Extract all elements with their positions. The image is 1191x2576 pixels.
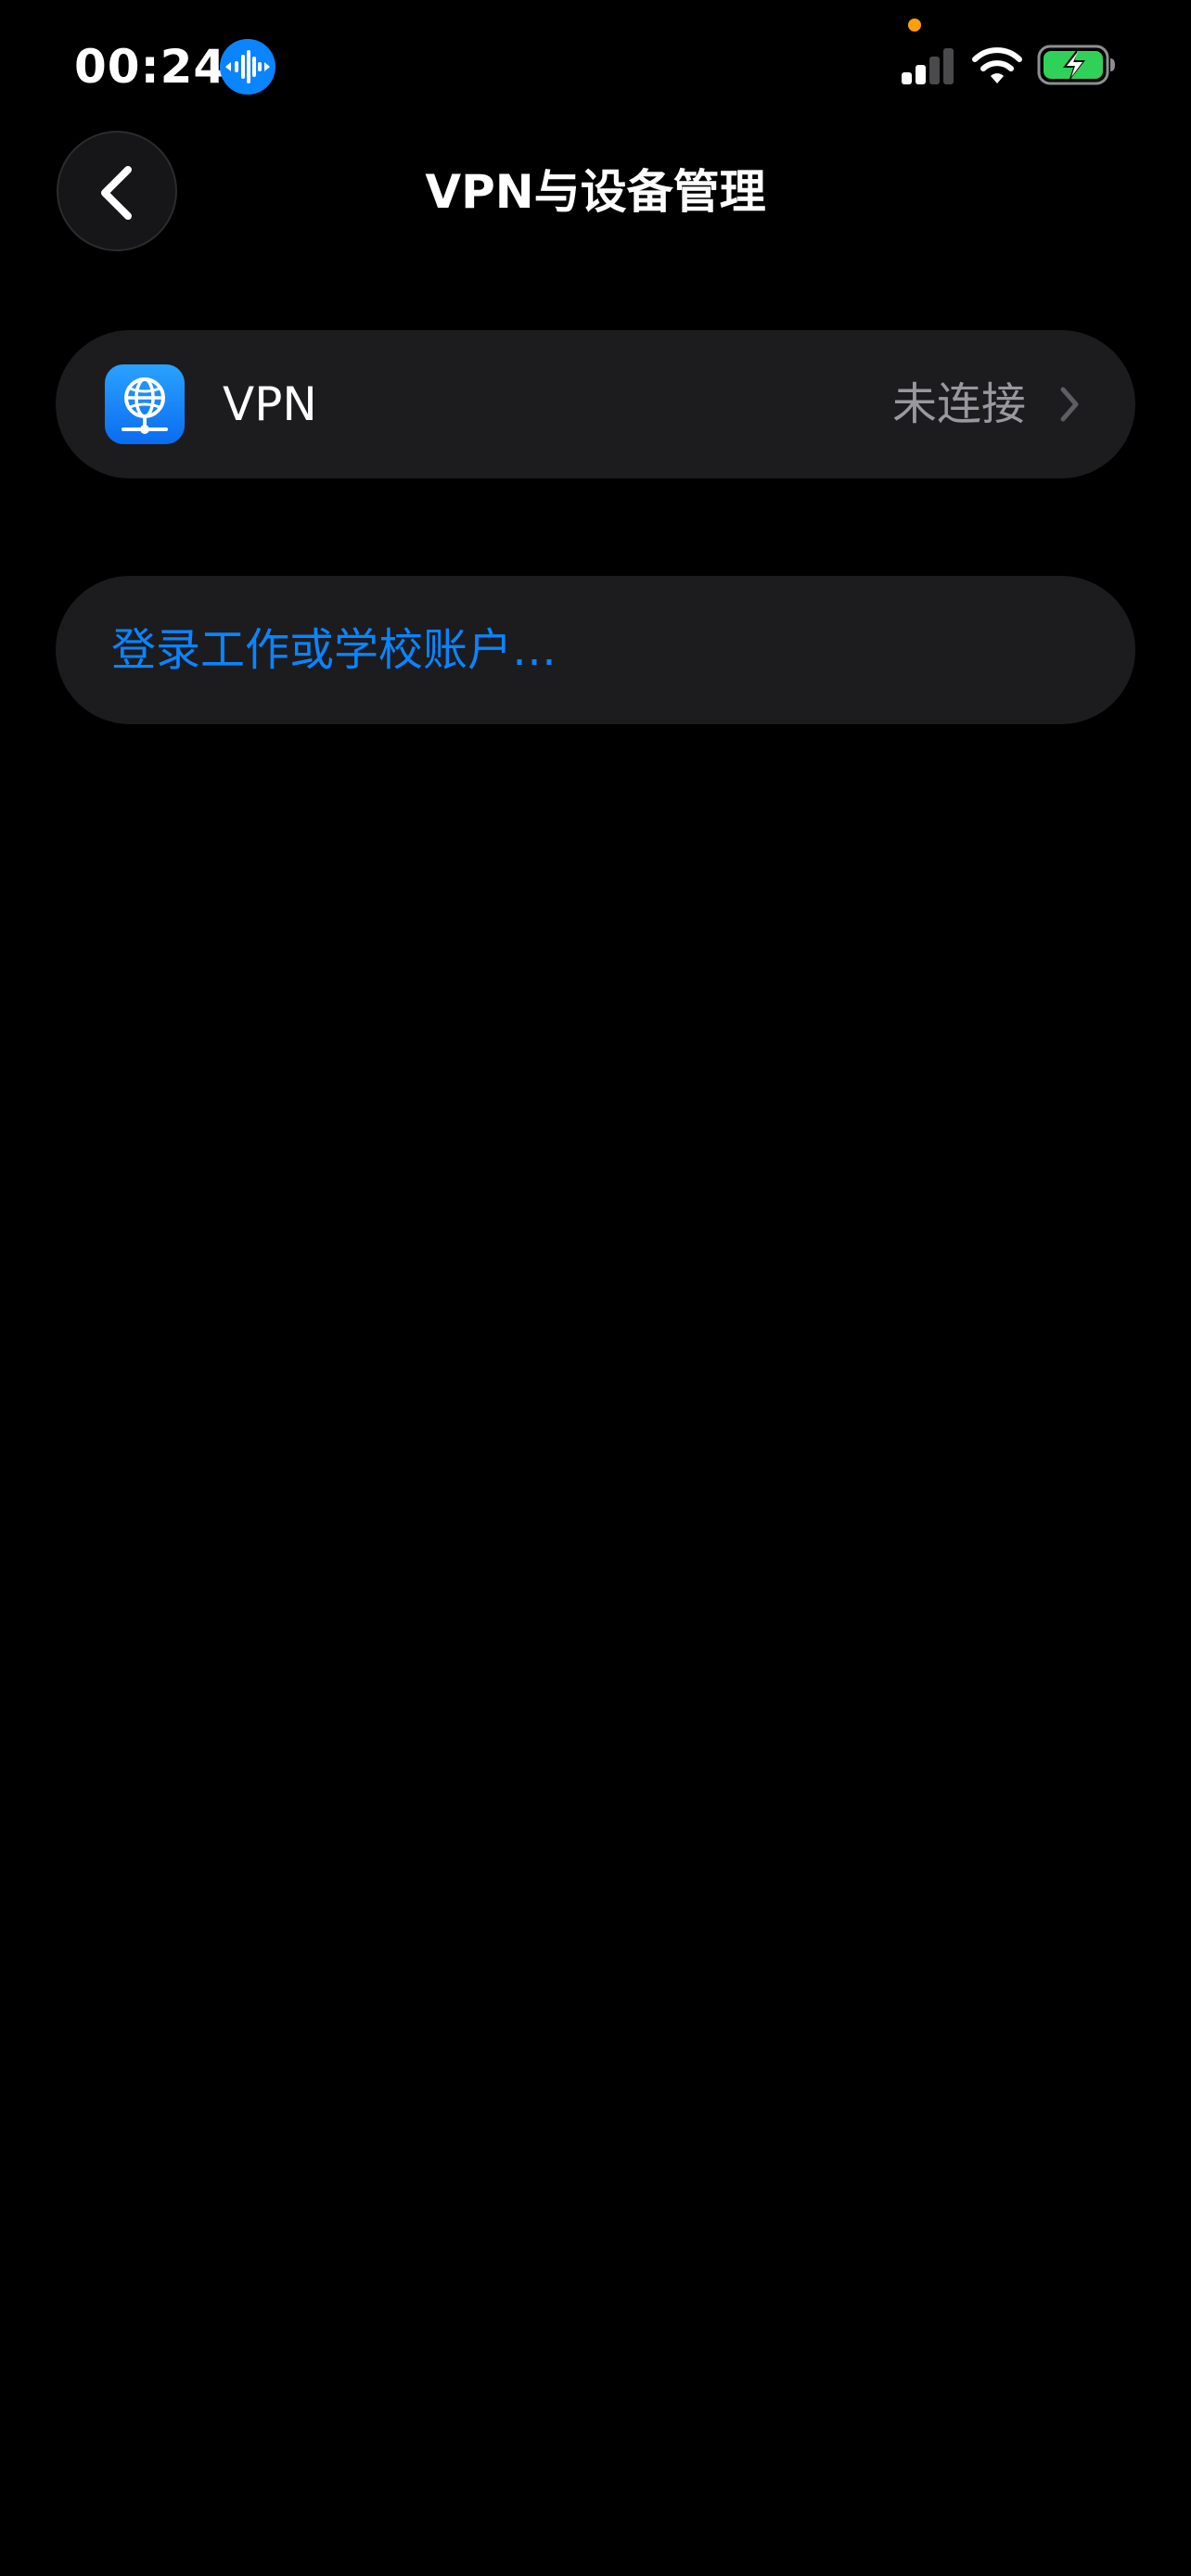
waveform-icon[interactable] <box>220 39 275 95</box>
chevron-right-icon <box>1060 387 1079 422</box>
battery-charging-icon <box>1037 43 1117 91</box>
account-group: 登录工作或学校账户… <box>56 576 1135 724</box>
page-title: VPN与设备管理 <box>425 165 766 219</box>
sign-in-work-school-account-link[interactable]: 登录工作或学校账户… <box>111 618 557 682</box>
wifi-icon <box>970 45 1024 89</box>
globe-network-icon <box>105 364 185 444</box>
back-button[interactable] <box>57 131 177 251</box>
vpn-group: VPN 未连接 <box>56 330 1135 478</box>
chevron-left-icon <box>101 166 132 220</box>
vpn-label: VPN <box>223 377 317 431</box>
vpn-status-value: 未连接 <box>891 378 1026 430</box>
cellular-signal-icon <box>900 46 957 89</box>
privacy-indicator-dot <box>908 19 921 32</box>
vpn-row[interactable]: VPN 未连接 <box>56 330 1135 478</box>
status-time: 00:24 <box>74 40 227 94</box>
